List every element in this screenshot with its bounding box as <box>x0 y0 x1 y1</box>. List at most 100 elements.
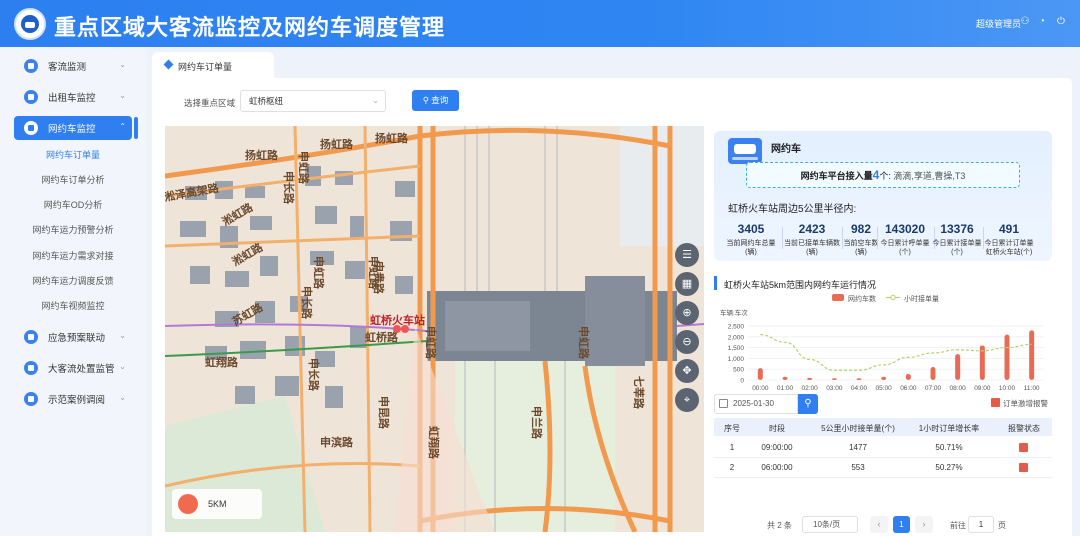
map-label: 虹翔路 <box>427 426 441 460</box>
tab-order-volume[interactable]: 网约车订单量 <box>152 52 274 78</box>
stat-total-cars: 3405 当前网约车总量 (辆) <box>722 222 780 257</box>
sidebar-item-label: 网约车监控 <box>48 124 96 135</box>
map-label: 申长路 <box>307 358 321 392</box>
clock-icon[interactable]: ◔ <box>1036 16 1048 28</box>
map-view[interactable]: 扬虹路 扬虹路 扬虹路 申虹路 申长路 申虹路 申长路 淞虹路 淞虹路 虹翔路 … <box>165 126 704 532</box>
sidebar-item-emergency-plan[interactable]: 应急预案联动 ⌄ <box>14 325 132 349</box>
radius-title: 虹桥火车站周边5公里半径内: <box>728 204 857 215</box>
map-label: 申滨路 <box>320 435 354 449</box>
bar <box>955 354 961 380</box>
cell-index: 2 <box>729 463 735 472</box>
x-tick-label: 09:00 <box>974 385 991 392</box>
sub-item-capacity-warning[interactable]: 网约车运力预警分析 <box>0 223 146 236</box>
sub-item-order-analysis[interactable]: 网约车订单分析 <box>0 173 146 186</box>
x-tick-label: 05:00 <box>876 385 893 392</box>
date-search-button[interactable]: ⚲ <box>798 394 818 414</box>
map-label: 申虹路 <box>424 326 438 360</box>
map-canvas: 扬虹路 扬虹路 扬虹路 申虹路 申长路 申虹路 申长路 淞虹路 淞虹路 虹翔路 … <box>165 126 704 532</box>
goto-label: 前往 <box>950 521 966 530</box>
platform-prefix: 网约车平台接入量 <box>800 171 873 181</box>
map-label: 申虹路 <box>297 151 311 185</box>
bar <box>782 376 788 380</box>
sub-item-capacity-feedback[interactable]: 网约车运力调度反馈 <box>0 274 146 287</box>
prev-page-button[interactable]: ‹ <box>870 516 888 533</box>
chevron-down-icon: ⌄ <box>119 362 126 371</box>
goto-page-input[interactable]: 1 <box>968 516 994 533</box>
x-tick-label: 03:00 <box>826 385 843 392</box>
stat-label: 今日累计订单量 虹桥火车站(个) <box>984 240 1034 256</box>
map-label: 虹桥火车站 <box>370 313 425 327</box>
sidebar-item-passenger-monitor[interactable]: 客流监测 ⌄ <box>14 54 132 78</box>
user-name[interactable]: 超级管理员 <box>976 17 1021 30</box>
goto-unit: 页 <box>998 521 1006 530</box>
sub-item-order-volume[interactable]: 网约车订单量 <box>0 148 146 161</box>
y-tick-label: 1,500 <box>728 345 745 352</box>
pan-icon[interactable]: ✥ <box>675 359 699 383</box>
legend-label: 网约车数 <box>848 294 876 303</box>
stat-label: 当前网约车总量 (辆) <box>726 240 776 256</box>
sidebar-item-label: 客流监测 <box>48 62 87 73</box>
location-icon[interactable]: ⌖ <box>675 388 699 412</box>
area-select[interactable]: 虹桥枢纽 ⌄ <box>240 90 386 112</box>
query-button[interactable]: ⚲ 查询 <box>412 90 459 111</box>
page-size-select[interactable]: 10条/页 <box>802 516 858 533</box>
col-header: 1小时订单增长率 <box>918 424 980 433</box>
map-label: 申虹路 <box>312 256 326 290</box>
alarm-icon[interactable] <box>1019 463 1028 472</box>
sidebar-item-label: 大客流处置监管 <box>48 364 115 375</box>
sub-item-capacity-demand[interactable]: 网约车运力需求对接 <box>0 249 146 262</box>
people-icon <box>24 59 38 73</box>
calendar-icon <box>719 399 728 408</box>
legend-label: 5KM <box>208 499 227 509</box>
map-label: 申昆路 <box>377 396 391 430</box>
sidebar-item-label: 出租车监控 <box>48 93 96 104</box>
layers-icon[interactable]: ☰ <box>675 243 699 267</box>
stat-value: 3405 <box>737 222 765 236</box>
bar <box>1029 330 1035 380</box>
col-header: 报警状态 <box>1008 424 1040 433</box>
x-tick-label: 06:00 <box>900 385 917 392</box>
map-label: 扬虹路 <box>375 131 409 145</box>
app-header: 重点区域大客流监控及网约车调度管理 超级管理员 ⚇ ◔ ⏻ <box>0 0 1080 47</box>
alert-icon <box>991 398 1000 407</box>
y-tick-label: 2,500 <box>728 324 745 331</box>
alarm-icon[interactable] <box>1019 443 1028 452</box>
sub-item-video-monitor[interactable]: 网约车视频监控 <box>0 299 146 312</box>
cell-orders: 553 <box>851 463 865 472</box>
legend-circle-icon <box>178 494 198 514</box>
bar <box>881 376 887 380</box>
stat-accepted-today: 13376 今日累计接单量 (个) <box>928 222 986 257</box>
grid-icon[interactable]: ▦ <box>675 272 699 296</box>
sidebar-item-label: 示范案例调阅 <box>48 395 106 406</box>
sub-item-od-analysis[interactable]: 网约车OD分析 <box>0 198 146 211</box>
sidebar-item-demo-cases[interactable]: 示范案例调阅 ⌄ <box>14 387 132 411</box>
cell-growth: 50.27% <box>935 463 963 472</box>
sidebar-item-taxi-monitor[interactable]: 出租车监控 ⌄ <box>14 85 132 109</box>
y-tick-label: 1,000 <box>728 356 745 363</box>
sidebar-item-crowd-supervision[interactable]: 大客流处置监管 ⌄ <box>14 356 132 380</box>
next-page-button[interactable]: › <box>915 516 933 533</box>
bar <box>905 373 911 380</box>
x-tick-label: 11:00 <box>1024 385 1040 392</box>
ridehail-chart: 网约车数 小时接单量车辆:车次 0 500 1,000 1,500 2,000 2,500 00… <box>720 294 1044 392</box>
active-indicator <box>134 117 138 139</box>
sidebar-item-ridehail-monitor[interactable]: 网约车监控 ⌃ <box>14 116 132 140</box>
x-tick-label: 04:00 <box>851 385 868 392</box>
x-tick-label: 08:00 <box>950 385 967 392</box>
sidebar-item-label: 应急预案联动 <box>48 333 106 344</box>
zoom-in-icon[interactable]: ⊕ <box>675 301 699 325</box>
map-label: 申虹路 <box>577 326 591 360</box>
zoom-out-icon[interactable]: ⊖ <box>675 330 699 354</box>
cell-growth: 50.71% <box>935 443 963 452</box>
col-header: 时段 <box>769 424 785 433</box>
legend-line-marker <box>890 294 896 301</box>
query-button-label: 查询 <box>431 95 449 105</box>
logo-icon <box>14 8 46 40</box>
power-icon[interactable]: ⏻ <box>1055 16 1067 28</box>
chevron-down-icon: ⌄ <box>372 96 379 105</box>
map-label: 扬虹路 <box>245 148 279 162</box>
current-page[interactable]: 1 <box>893 516 910 533</box>
user-switch-icon[interactable]: ⚇ <box>1019 16 1031 28</box>
shield-icon <box>24 361 38 375</box>
series-line <box>760 334 1032 371</box>
